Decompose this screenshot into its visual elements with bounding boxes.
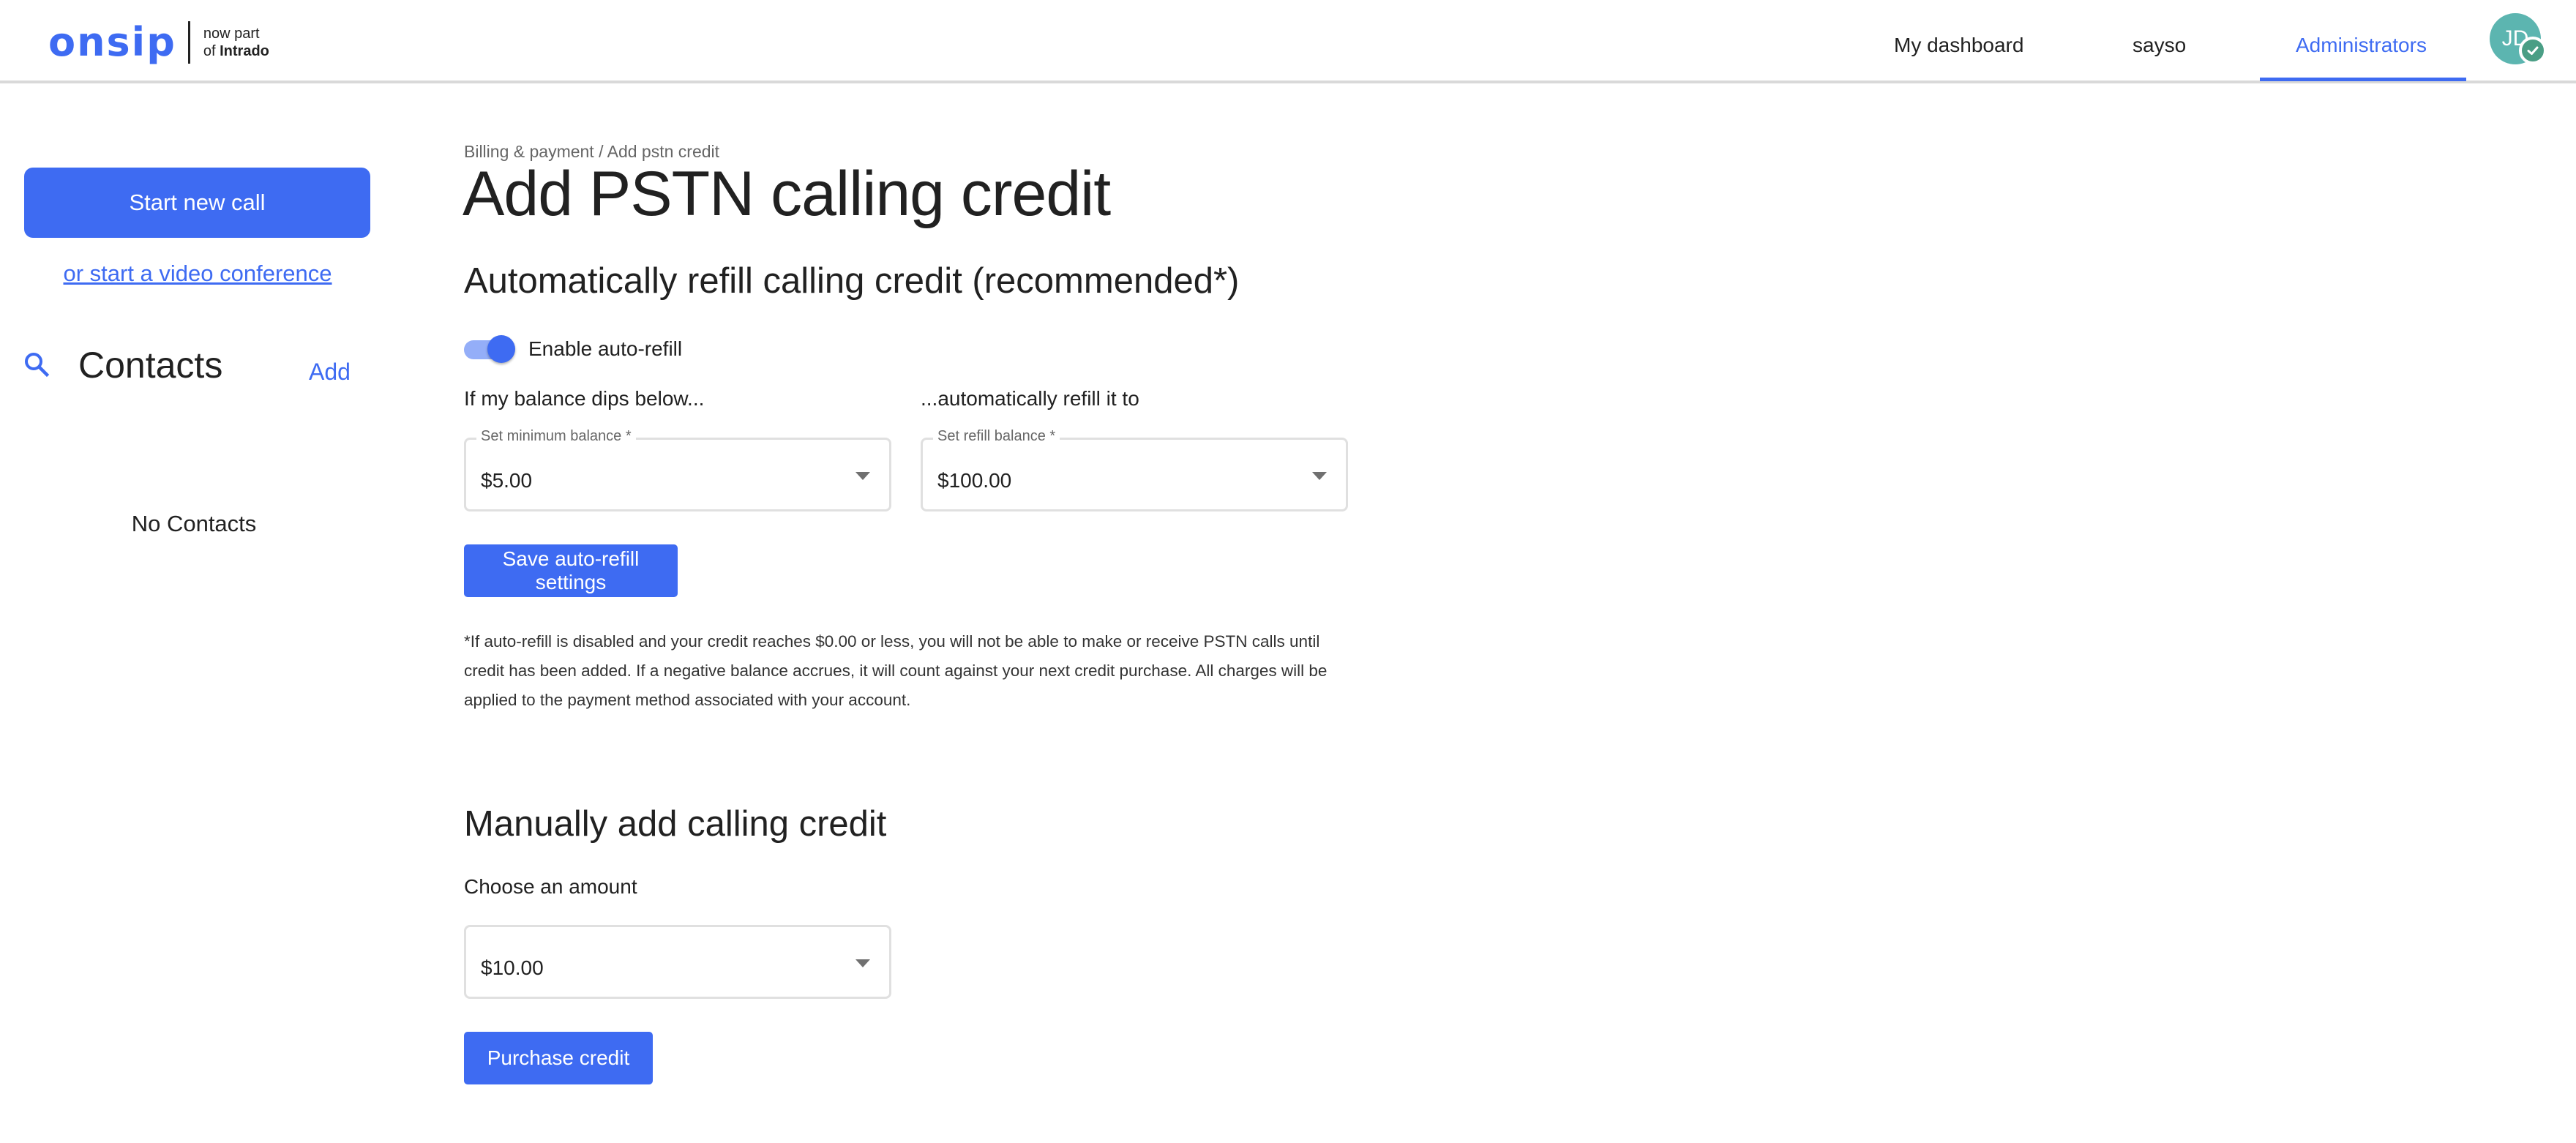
- credit-amount-value: $10.00: [481, 956, 544, 979]
- add-contact-button[interactable]: Add: [309, 359, 351, 386]
- refill-balance-value: $100.00: [937, 469, 1012, 492]
- refill-balance-select-label: Set refill balance *: [933, 428, 1060, 445]
- manual-credit-heading: Manually add calling credit: [464, 804, 887, 844]
- active-tab-indicator: [2260, 78, 2466, 81]
- minimum-balance-select-label: Set minimum balance *: [476, 428, 636, 445]
- save-auto-refill-button[interactable]: Save auto-refill settings: [464, 544, 678, 597]
- page-title: Add PSTN calling credit: [463, 159, 1111, 229]
- logo-tagline-brand: Intrado: [220, 43, 269, 59]
- nav-sayso[interactable]: sayso: [2133, 34, 2186, 57]
- dropdown-caret-icon: [855, 959, 870, 967]
- contacts-heading: Contacts: [78, 345, 223, 386]
- search-icon[interactable]: [23, 351, 50, 381]
- minimum-balance-value: $5.00: [481, 469, 533, 492]
- contacts-empty-state: No Contacts: [131, 511, 257, 536]
- dropdown-caret-icon: [855, 472, 870, 480]
- credit-amount-select[interactable]: $10.00: [464, 925, 891, 999]
- refill-balance-select[interactable]: Set refill balance * $100.00: [921, 428, 1348, 511]
- minimum-balance-prompt: If my balance dips below...: [464, 387, 705, 410]
- logo-tagline-prefix: of: [203, 43, 220, 59]
- video-conference-link[interactable]: or start a video conference: [0, 261, 395, 287]
- check-icon: [2519, 37, 2547, 64]
- nav-administrators[interactable]: Administrators: [2296, 34, 2427, 57]
- auto-refill-footnote: *If auto-refill is disabled and your cre…: [464, 632, 1328, 709]
- top-navigation-bar: onsip now part of Intrado My dashboard s…: [0, 0, 2576, 83]
- logo-tagline-line2: of Intrado: [203, 42, 269, 60]
- dropdown-caret-icon: [1312, 472, 1327, 480]
- refill-balance-prompt: ...automatically refill it to: [921, 387, 1139, 410]
- nav-my-dashboard[interactable]: My dashboard: [1894, 34, 2023, 57]
- auto-refill-heading: Automatically refill calling credit (rec…: [464, 261, 1240, 301]
- logo-tagline-line1: now part: [203, 26, 260, 42]
- start-new-call-button[interactable]: Start new call: [24, 168, 370, 238]
- choose-amount-label: Choose an amount: [464, 875, 637, 898]
- logo-divider: [187, 21, 190, 64]
- onsip-logo[interactable]: onsip now part of Intrado: [48, 20, 269, 64]
- toggle-thumb: [487, 335, 515, 363]
- minimum-balance-select[interactable]: Set minimum balance * $5.00: [464, 428, 891, 511]
- auto-refill-toggle-label: Enable auto-refill: [528, 337, 683, 360]
- logo-tagline: now part of Intrado: [203, 25, 269, 60]
- logo-wordmark: onsip: [48, 19, 176, 65]
- auto-refill-toggle[interactable]: [464, 334, 518, 364]
- purchase-credit-button[interactable]: Purchase credit: [464, 1032, 653, 1084]
